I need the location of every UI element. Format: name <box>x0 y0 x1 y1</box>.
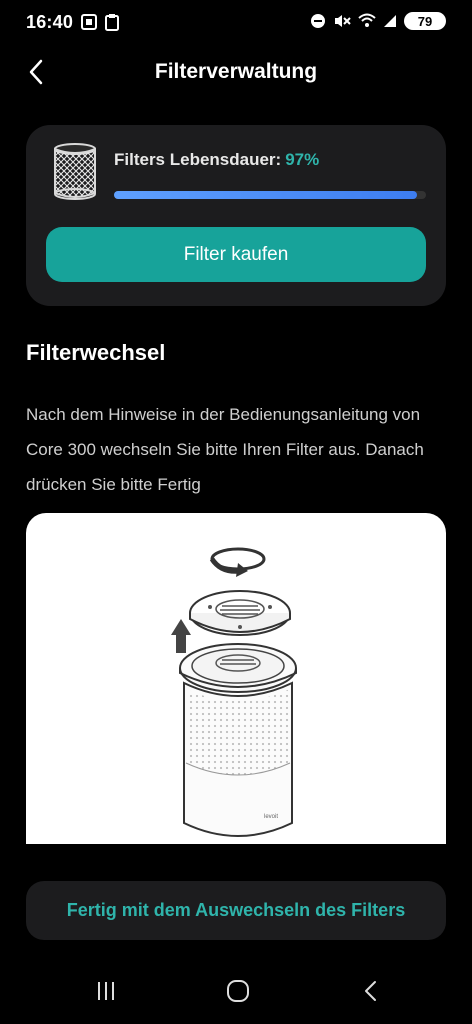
screenshot-icon <box>81 14 97 30</box>
purifier-body: levoit <box>179 643 297 837</box>
back-icon <box>365 981 376 1001</box>
filter-life-progress-bar <box>114 191 426 199</box>
filter-life-progress-fill <box>114 191 417 199</box>
status-bar: 16:40 79 <box>0 0 472 44</box>
filter-cartridge-icon <box>52 141 98 208</box>
rotate-arrow-icon <box>209 547 266 577</box>
nav-back-button[interactable] <box>350 974 390 1008</box>
page-title: Filterverwaltung <box>154 60 318 83</box>
nav-home-button[interactable] <box>218 974 258 1008</box>
wifi-icon <box>358 13 376 27</box>
filter-life-value: 97% <box>285 150 320 169</box>
status-system-icons: 79 <box>310 12 446 30</box>
home-icon <box>227 980 249 1002</box>
filter-life-text: Filters Lebensdauer: 97% <box>114 150 319 170</box>
filter-replacement-illustration: levoit <box>26 513 446 844</box>
clipboard-icon <box>105 14 119 31</box>
instructions-text: Nach dem Hinweise in der Bedienungsanlei… <box>26 405 424 494</box>
filter-life-label: Filters Lebensdauer: <box>114 150 282 169</box>
lift-up-arrow-icon <box>171 619 191 653</box>
do-not-disturb-icon <box>311 14 325 28</box>
signal-icon <box>384 15 396 27</box>
system-navigation-bar <box>0 960 472 1024</box>
nav-recents-button[interactable] <box>86 974 126 1008</box>
done-replacing-filter-button[interactable]: Fertig mit dem Auswechseln des Filters <box>26 881 446 940</box>
mute-icon <box>335 15 351 27</box>
buy-filter-button[interactable]: Filter kaufen <box>46 227 426 282</box>
filter-status-card: Filters Lebensdauer: 97% Filter kaufen <box>26 125 446 306</box>
recent-apps-icon <box>98 982 114 1000</box>
app-header: Filterverwaltung <box>0 48 472 98</box>
battery-indicator: 79 <box>404 12 446 30</box>
status-notification-icons <box>80 13 120 31</box>
section-title: Filterwechsel <box>26 340 166 365</box>
status-time: 16:40 <box>26 12 74 32</box>
filter-lid <box>189 590 291 636</box>
device-brand-label: levoit <box>264 814 278 820</box>
air-purifier-drawing: levoit <box>171 547 297 837</box>
